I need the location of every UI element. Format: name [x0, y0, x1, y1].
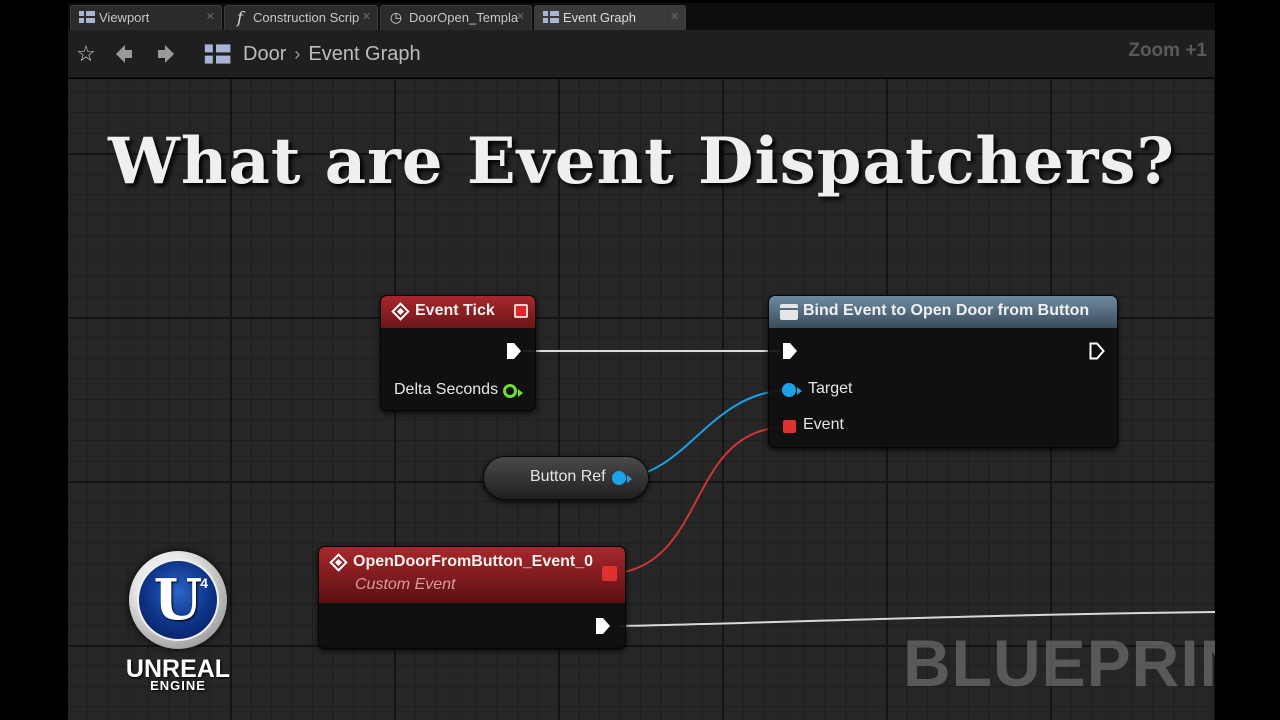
- node-subtitle: Custom Event: [355, 576, 456, 593]
- exec-input-pin[interactable]: [782, 342, 798, 360]
- favorite-star-icon[interactable]: ☆: [72, 40, 100, 68]
- pin-arrow-icon: [797, 387, 802, 395]
- node-title: Bind Event to Open Door from Button: [803, 302, 1090, 319]
- logo-text-engine: ENGINE: [150, 678, 206, 693]
- event-diamond-icon: [329, 553, 348, 572]
- pin-arrow-icon: [627, 475, 632, 483]
- event-diamond-icon: [391, 302, 410, 321]
- left-frame: [0, 0, 68, 720]
- graph-canvas[interactable]: What are Event Dispatchers? Event Tick D…: [68, 79, 1215, 720]
- tab-viewport[interactable]: Viewport ✕: [70, 5, 222, 30]
- graph-grid-icon: [202, 40, 231, 68]
- unreal-logo-emblem: U 4: [129, 551, 227, 649]
- tab-label: Event Graph: [563, 10, 636, 25]
- tab-label: Construction Scrip: [253, 10, 360, 25]
- forward-arrow-icon[interactable]: [152, 40, 180, 68]
- object-output-pin[interactable]: [612, 471, 626, 485]
- event-input-pin[interactable]: [783, 420, 796, 433]
- breadcrumb-root[interactable]: Door: [243, 43, 286, 66]
- bind-event-node[interactable]: Bind Event to Open Door from Button Targ…: [768, 295, 1118, 448]
- tab-dooropen-template[interactable]: ◷ DoorOpen_Templa ✕: [380, 5, 532, 30]
- breadcrumb-current: Event Graph: [308, 42, 421, 65]
- node-header: Bind Event to Open Door from Button: [769, 296, 1117, 328]
- grid-icon: [543, 10, 559, 24]
- close-icon[interactable]: ✕: [670, 6, 679, 29]
- button-ref-variable-node[interactable]: Button Ref: [483, 456, 649, 500]
- target-input-pin[interactable]: [782, 383, 796, 397]
- node-title: Event Tick: [415, 302, 495, 319]
- back-arrow-icon[interactable]: [110, 40, 138, 68]
- clock-icon: ◷: [389, 8, 403, 25]
- graph-toolbar: ☆ Door › Event Graph Zoom +1: [68, 30, 1215, 78]
- function-icon: f: [237, 7, 243, 27]
- node-title: OpenDoorFromButton_Event_0: [353, 553, 594, 570]
- event-tick-node[interactable]: Event Tick Delta Seconds: [380, 295, 536, 411]
- pin-label-target: Target: [808, 380, 853, 397]
- function-icon: [780, 304, 798, 320]
- node-header: Event Tick: [381, 296, 535, 328]
- grid-icon: [79, 10, 95, 24]
- variable-label: Button Ref: [530, 468, 606, 485]
- tab-label: DoorOpen_Templa: [409, 10, 519, 25]
- pin-label-delta-seconds: Delta Seconds: [394, 381, 499, 398]
- chevron-right-icon: ›: [294, 43, 301, 64]
- right-frame: [1215, 0, 1280, 720]
- exec-output-pin[interactable]: [1089, 342, 1105, 360]
- custom-event-exec-wire: [620, 611, 1215, 627]
- blueprint-watermark: BLUEPRINT: [903, 626, 1215, 700]
- exec-output-pin[interactable]: [506, 342, 522, 360]
- delegate-output-pin[interactable]: [602, 566, 617, 581]
- delegate-output-pin[interactable]: [514, 304, 528, 318]
- zoom-level: Zoom +1: [1128, 40, 1207, 61]
- node-header: OpenDoorFromButton_Event_0 Custom Event: [319, 547, 625, 603]
- breadcrumb: Door › Event Graph: [243, 41, 421, 67]
- tab-bar: Viewport ✕ f Construction Scrip ✕ ◷ Door…: [68, 3, 1215, 30]
- tab-event-graph[interactable]: Event Graph ✕: [534, 5, 686, 30]
- close-icon[interactable]: ✕: [206, 6, 215, 29]
- float-output-pin[interactable]: [503, 384, 517, 398]
- tab-label: Viewport: [99, 10, 150, 25]
- exec-output-pin[interactable]: [595, 617, 611, 635]
- pin-label-event: Event: [803, 416, 844, 433]
- unreal-engine-logo: U 4 UNREAL ENGINE: [113, 551, 243, 701]
- custom-event-node[interactable]: OpenDoorFromButton_Event_0 Custom Event: [318, 546, 626, 649]
- close-icon[interactable]: ✕: [362, 6, 371, 29]
- close-icon[interactable]: ✕: [516, 6, 525, 29]
- event-delegate-wire: [618, 426, 787, 574]
- pin-arrow-icon: [518, 389, 523, 397]
- tab-construction-script[interactable]: f Construction Scrip ✕: [224, 5, 378, 30]
